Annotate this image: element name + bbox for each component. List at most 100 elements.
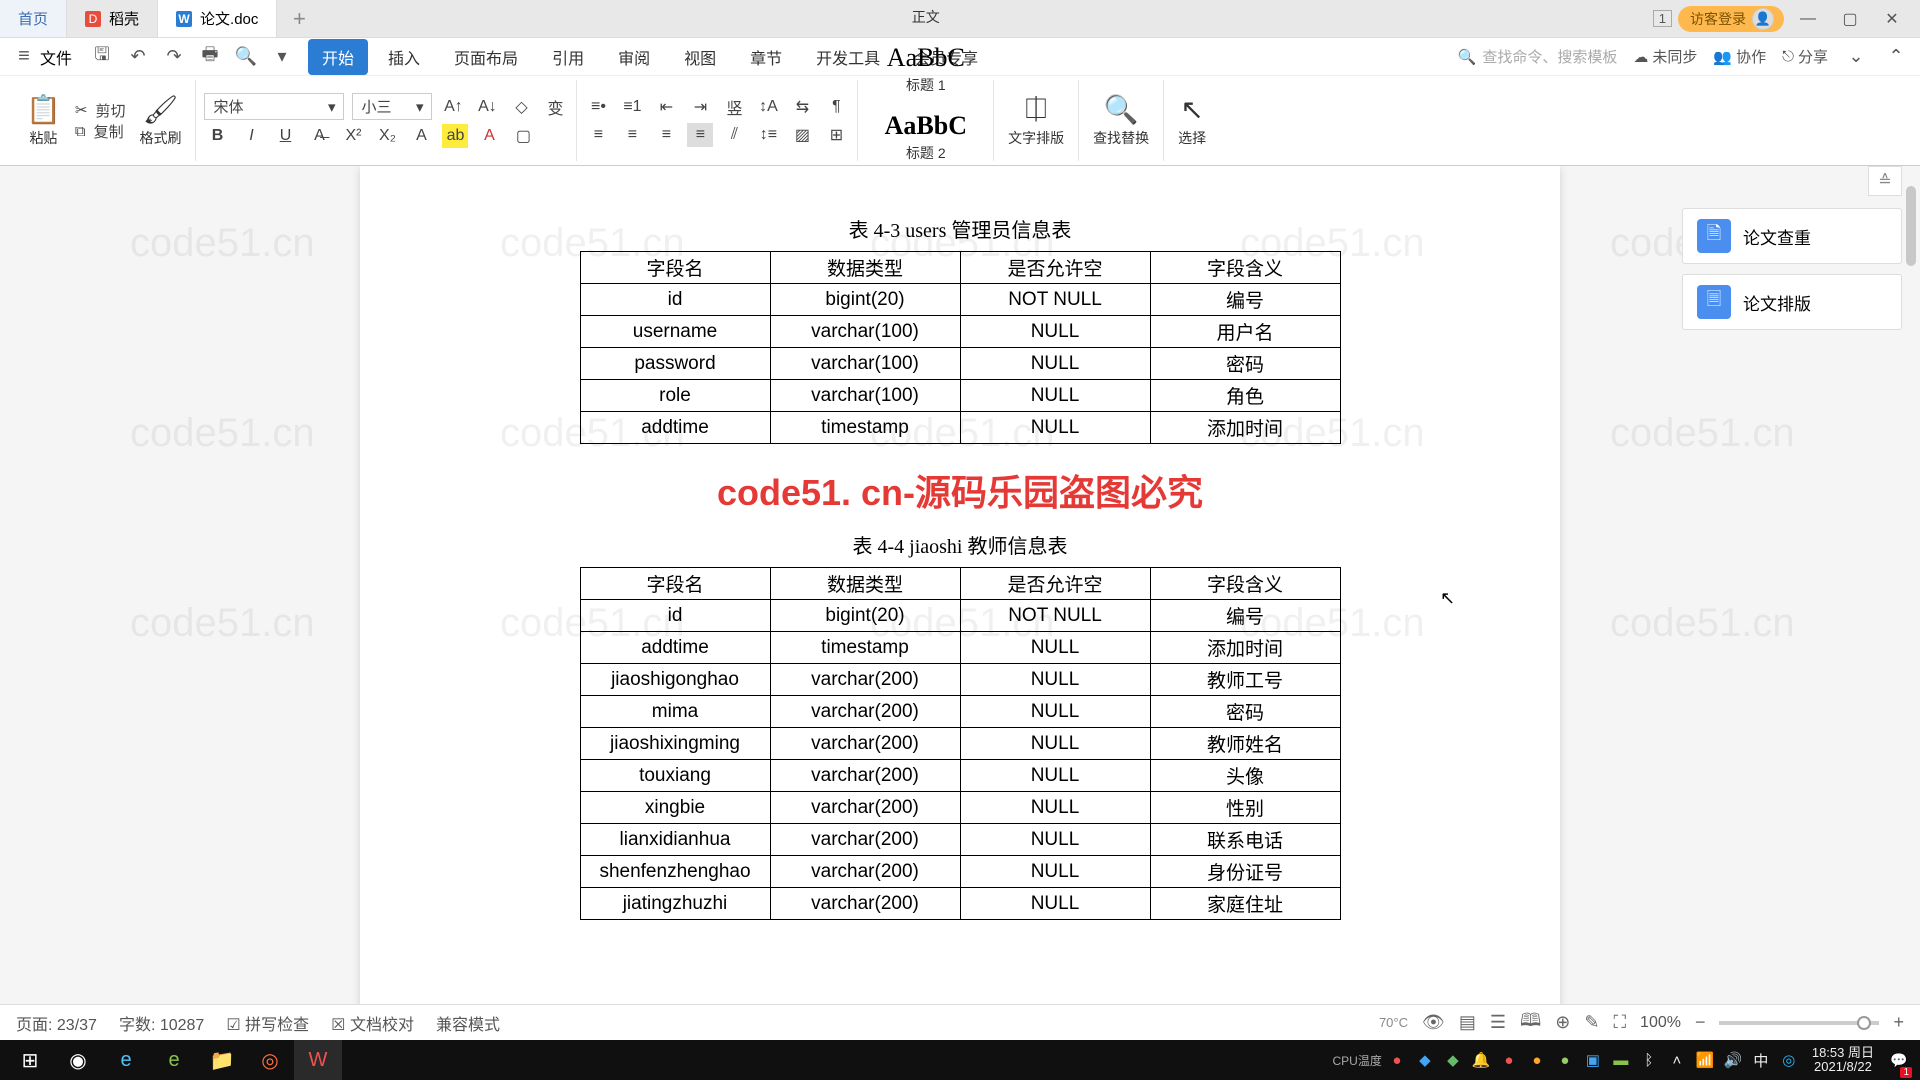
tray-icon[interactable]: ● (1524, 1052, 1550, 1069)
tab-view[interactable]: 视图 (670, 39, 730, 75)
tab-reference[interactable]: 引用 (538, 39, 598, 75)
paste-button[interactable]: 📋粘贴 (20, 89, 67, 152)
tray-icon[interactable]: ◎ (1776, 1051, 1802, 1069)
fit-icon[interactable]: ⛶ (1613, 1012, 1626, 1033)
font-size-select[interactable]: 小三▾ (352, 93, 432, 120)
underline-button[interactable]: U (272, 124, 298, 148)
bluetooth-icon[interactable]: ᛒ (1636, 1052, 1662, 1069)
distribute-button[interactable]: ⫽ (721, 123, 747, 147)
status-spell[interactable]: ☑ 拼写检查 (226, 1011, 309, 1035)
search-box[interactable]: 🔍查找命令、搜索模板 (1458, 46, 1618, 67)
shading-button[interactable]: ▨ (789, 123, 815, 147)
preview-icon[interactable]: 🔍 (234, 46, 258, 67)
bullets-button[interactable]: ≡• (585, 95, 611, 119)
window-number[interactable]: 1 (1653, 10, 1672, 27)
shrink-font-icon[interactable]: A↓ (474, 95, 500, 119)
wps-icon[interactable]: W (294, 1040, 342, 1080)
tray-bell-icon[interactable]: 🔔 (1468, 1051, 1494, 1069)
side-toggle[interactable]: ≙ (1868, 166, 1902, 196)
more-icon2[interactable]: ⌄ (1844, 46, 1868, 67)
redo-icon[interactable]: ↷ (162, 46, 186, 67)
explorer-icon[interactable]: 📁 (198, 1040, 246, 1080)
text-direction-button[interactable]: ⎅文字排版 (1002, 89, 1070, 152)
tab-review[interactable]: 审阅 (604, 39, 664, 75)
side-chachong[interactable]: 🗎论文查重 (1682, 208, 1902, 264)
char-border-button[interactable]: ▢ (510, 124, 536, 148)
cut-button[interactable]: ✂剪切 (75, 100, 126, 121)
web-view-icon[interactable]: ⊕ (1555, 1012, 1570, 1033)
style-normal[interactable]: AaBbCcDd正文 (866, 0, 985, 33)
tab-document[interactable]: W论文.doc (158, 0, 277, 37)
undo-icon[interactable]: ↶ (126, 46, 150, 67)
subscript-button[interactable]: X₂ (374, 124, 400, 148)
tab-insert[interactable]: 插入 (374, 39, 434, 75)
style-h1[interactable]: AaBbC标题 1 (879, 37, 973, 101)
read-view-icon[interactable]: 🕮 (1520, 1008, 1541, 1038)
decrease-indent-button[interactable]: ⇤ (653, 95, 679, 119)
side-paiban[interactable]: 🗏论文排版 (1682, 274, 1902, 330)
taskview-button[interactable]: ◉ (54, 1040, 102, 1080)
copy-button[interactable]: ⧉复制 (75, 121, 126, 142)
status-page[interactable]: 页面: 23/37 (16, 1011, 97, 1035)
ime-icon[interactable]: 中 (1748, 1050, 1774, 1071)
sort-button[interactable]: ↕A (755, 95, 781, 119)
align-left-button[interactable]: ≡ (585, 123, 611, 147)
font-color-button[interactable]: A (476, 124, 502, 148)
tab-home[interactable]: 首页 (0, 0, 67, 37)
zoom-in-button[interactable]: + (1893, 1012, 1904, 1033)
numbering-button[interactable]: ≡1 (619, 95, 645, 119)
outline-view-icon[interactable]: ☰ (1490, 1012, 1506, 1033)
login-button[interactable]: 访客登录👤 (1678, 6, 1784, 32)
tray-icon[interactable]: ● (1384, 1052, 1410, 1069)
grow-font-icon[interactable]: A↑ (440, 95, 466, 119)
asian-layout-button[interactable]: 竖 (721, 95, 747, 119)
tray-icon[interactable]: ▣ (1580, 1051, 1606, 1069)
vertical-scrollbar[interactable] (1904, 166, 1918, 996)
print-icon[interactable]: 🖶 (198, 42, 222, 72)
tab-button[interactable]: ⇆ (789, 95, 815, 119)
font-family-select[interactable]: 宋体▾ (204, 93, 344, 120)
notification-button[interactable]: 💬1 (1884, 1040, 1914, 1080)
coop-button[interactable]: 👥协作 (1713, 46, 1766, 67)
tab-section[interactable]: 章节 (736, 39, 796, 75)
align-right-button[interactable]: ≡ (653, 123, 679, 147)
increase-indent-button[interactable]: ⇥ (687, 95, 713, 119)
eye-icon[interactable]: 👁 (1422, 1012, 1445, 1033)
superscript-button[interactable]: X² (340, 124, 366, 148)
select-button[interactable]: ↖选择 (1172, 89, 1212, 152)
pen-icon[interactable]: ✎ (1584, 1012, 1599, 1033)
status-words[interactable]: 字数: 10287 (119, 1011, 204, 1035)
more-icon[interactable]: ▾ (270, 46, 294, 67)
menu-burger-icon[interactable]: ≡ (12, 45, 36, 68)
text-effect-button[interactable]: A (408, 124, 434, 148)
strike-button[interactable]: A̶ (306, 124, 332, 148)
tab-daoke[interactable]: D稻壳 (67, 0, 158, 37)
edge-icon[interactable]: e (150, 1040, 198, 1080)
page-view-icon[interactable]: ▤ (1459, 1012, 1476, 1033)
caret-up-icon[interactable]: ˄ (1664, 1052, 1690, 1069)
app-icon[interactable]: ◎ (246, 1040, 294, 1080)
zoom-slider[interactable] (1719, 1021, 1879, 1025)
file-menu[interactable]: 文件 (40, 45, 72, 69)
tray-icon[interactable]: ● (1496, 1052, 1522, 1069)
ie-icon[interactable]: e (102, 1040, 150, 1080)
borders-button[interactable]: ⊞ (823, 123, 849, 147)
tray-icon[interactable]: ● (1552, 1052, 1578, 1069)
close-button[interactable]: ✕ (1874, 0, 1910, 38)
clear-format-icon[interactable]: ◇ (508, 95, 534, 119)
share-button[interactable]: ⎋分享 (1782, 46, 1828, 67)
find-replace-button[interactable]: 🔍查找替换 (1087, 89, 1155, 152)
sync-button[interactable]: ☁未同步 (1633, 46, 1697, 67)
save-icon[interactable]: 🖫 (90, 42, 114, 72)
zoom-out-button[interactable]: − (1695, 1012, 1706, 1033)
tray-icon[interactable]: ◆ (1440, 1051, 1466, 1069)
bold-button[interactable]: B (204, 124, 230, 148)
clock[interactable]: 18:53 周日2021/8/22 (1804, 1046, 1882, 1075)
tray-icon[interactable]: ◆ (1412, 1051, 1438, 1069)
format-brush-button[interactable]: 🖌格式刷 (133, 89, 187, 152)
new-tab-button[interactable]: + (277, 0, 321, 37)
status-proof[interactable]: ☒ 文档校对 (331, 1011, 414, 1035)
justify-button[interactable]: ≡ (687, 123, 713, 147)
tray-icon[interactable]: ▬ (1608, 1052, 1634, 1069)
style-h2[interactable]: AaBbC标题 2 (877, 105, 975, 169)
